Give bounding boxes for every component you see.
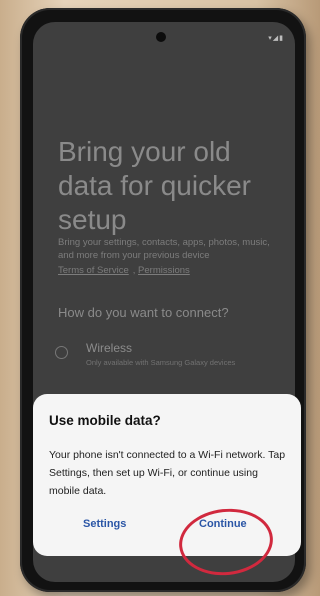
setup-links: Terms of Service, Permissions: [58, 265, 190, 276]
status-bar-icons: ▾◢▮: [268, 35, 284, 42]
wireless-radio[interactable]: [55, 346, 68, 359]
connect-question: How do you want to connect?: [58, 305, 229, 320]
terms-of-service-link[interactable]: Terms of Service: [58, 265, 129, 276]
permissions-link[interactable]: Permissions: [138, 265, 190, 276]
wireless-option-title[interactable]: Wireless: [86, 341, 132, 355]
setup-description: Bring your settings, contacts, apps, pho…: [58, 237, 270, 261]
settings-button[interactable]: Settings: [83, 518, 126, 530]
dialog-body: Your phone isn't connected to a Wi-Fi ne…: [49, 449, 286, 497]
setup-title: Bring your old data for quicker setup: [58, 136, 251, 235]
dialog-title: Use mobile data?: [49, 413, 161, 428]
wireless-option-subtitle: Only available with Samsung Galaxy devic…: [86, 358, 236, 367]
front-camera-icon: [156, 32, 166, 42]
